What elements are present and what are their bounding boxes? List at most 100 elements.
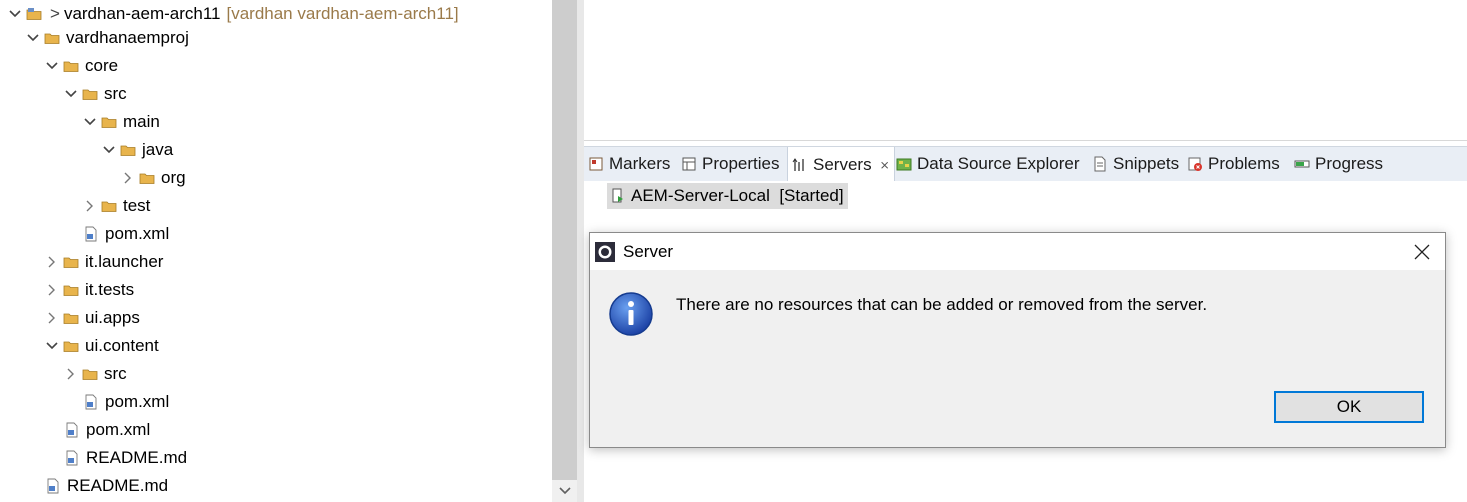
- chevron-down-icon[interactable]: [83, 108, 97, 136]
- chevron-right-icon[interactable]: [45, 276, 59, 304]
- chevron-down-icon: [558, 487, 571, 495]
- tree-row-folder[interactable]: it.launcher: [45, 248, 163, 276]
- project-explorer: > vardhan-aem-arch11 [vardhan vardhan-ae…: [0, 0, 552, 502]
- tree-label: it.tests: [85, 280, 135, 299]
- xml-file-icon: [83, 394, 99, 410]
- tree-label: it.launcher: [85, 252, 164, 271]
- tree-label: main: [123, 112, 160, 131]
- tree-row-folder[interactable]: java: [102, 136, 173, 164]
- tab-servers[interactable]: Servers ⨯: [787, 147, 895, 182]
- tree-row-folder[interactable]: src: [64, 360, 127, 388]
- info-icon: [608, 291, 654, 337]
- chevron-right-icon[interactable]: [45, 304, 59, 332]
- tree-row-folder[interactable]: test: [83, 192, 150, 220]
- tree-row-file[interactable]: pom.xml: [83, 388, 169, 416]
- tree-label: ui.apps: [85, 308, 140, 327]
- tab-label: Data Source Explorer: [917, 154, 1080, 173]
- data-source-icon: [896, 156, 912, 172]
- tree-label: pom.xml: [105, 224, 170, 243]
- tab-label: Properties: [702, 154, 780, 173]
- dialog-title: Server: [623, 241, 674, 261]
- tab-data-source-explorer[interactable]: Data Source Explorer: [896, 147, 1080, 181]
- folder-icon: [63, 254, 79, 270]
- tab-label: Markers: [609, 154, 671, 173]
- server-entry-label: AEM-Server-Local [Started]: [631, 186, 844, 205]
- server-started-icon: [611, 188, 625, 204]
- tree-label: core: [85, 56, 119, 75]
- server-dialog: Server There are no resources that can b…: [589, 232, 1446, 448]
- chevron-down-icon[interactable]: [102, 136, 116, 164]
- tab-label: Servers: [813, 154, 872, 174]
- tree-row-folder[interactable]: main: [83, 108, 160, 136]
- snippets-icon: [1092, 156, 1108, 172]
- close-icon[interactable]: ⨯: [880, 158, 890, 172]
- chevron-down-icon[interactable]: [64, 80, 78, 108]
- tree-label: pom.xml: [105, 392, 170, 411]
- tab-label: Progress: [1315, 154, 1384, 173]
- tree-row-folder[interactable]: ui.content: [45, 332, 159, 360]
- folder-icon: [63, 310, 79, 326]
- xml-file-icon: [64, 422, 80, 438]
- tree-row-folder[interactable]: vardhanaemproj: [26, 24, 189, 52]
- problems-icon: [1187, 156, 1203, 172]
- scrollbar-thumb[interactable]: [552, 0, 577, 480]
- editor-area: [584, 0, 1467, 141]
- dialog-title-bar[interactable]: Server: [590, 233, 1445, 270]
- folder-icon: [139, 170, 155, 186]
- properties-icon: [681, 156, 697, 172]
- project-folder-icon: [26, 6, 42, 22]
- markdown-file-icon: [64, 450, 80, 466]
- tree-label: README.md: [86, 448, 188, 467]
- folder-icon: [101, 198, 117, 214]
- folder-icon: [63, 58, 79, 74]
- chevron-down-icon[interactable]: [8, 0, 22, 28]
- views-tab-bar: Markers Properties Servers ⨯ Data Source…: [584, 146, 1467, 182]
- folder-icon: [63, 338, 79, 354]
- tree-label: test: [123, 196, 151, 215]
- tree-label: pom.xml: [86, 420, 151, 439]
- tab-properties[interactable]: Properties: [681, 147, 779, 181]
- chevron-right-icon[interactable]: [64, 360, 78, 388]
- tree-label: README.md: [67, 476, 169, 495]
- markdown-file-icon: [45, 478, 61, 494]
- tree-row-file[interactable]: README.md: [64, 444, 187, 472]
- tab-label: Snippets: [1113, 154, 1180, 173]
- ok-button[interactable]: OK: [1274, 391, 1424, 423]
- tree-row-folder[interactable]: org: [121, 164, 186, 192]
- tree-label: org: [161, 168, 186, 187]
- tree-row-file[interactable]: README.md: [45, 472, 168, 500]
- scroll-down-button[interactable]: [552, 480, 577, 502]
- folder-icon: [44, 30, 60, 46]
- tree-row-folder[interactable]: src: [64, 80, 127, 108]
- tree-row-file[interactable]: pom.xml: [64, 416, 150, 444]
- tab-snippets[interactable]: Snippets: [1092, 147, 1179, 181]
- chevron-down-icon[interactable]: [45, 332, 59, 360]
- tree-row-folder[interactable]: ui.apps: [45, 304, 140, 332]
- tree-label: ui.content: [85, 336, 159, 355]
- tree-label: src: [104, 84, 127, 103]
- tree-label: vardhanaemproj: [66, 28, 189, 47]
- tab-progress[interactable]: Progress: [1294, 147, 1383, 181]
- explorer-scrollbar[interactable]: [552, 0, 577, 502]
- chevron-right-icon[interactable]: [121, 164, 135, 192]
- chevron-down-icon[interactable]: [26, 24, 40, 52]
- dialog-message: There are no resources that can be added…: [676, 295, 1208, 314]
- dialog-close-button[interactable]: [1399, 233, 1445, 270]
- tree-row-file[interactable]: pom.xml: [83, 220, 169, 248]
- folder-icon: [120, 142, 136, 158]
- tab-problems[interactable]: Problems: [1187, 147, 1280, 181]
- xml-file-icon: [83, 226, 99, 242]
- tree-row-folder[interactable]: it.tests: [45, 276, 134, 304]
- tab-label: Problems: [1208, 154, 1280, 173]
- folder-icon: [82, 86, 98, 102]
- progress-icon: [1294, 156, 1310, 172]
- tab-markers[interactable]: Markers: [588, 147, 670, 181]
- chevron-right-icon[interactable]: [45, 248, 59, 276]
- folder-icon: [82, 366, 98, 382]
- tree-row-folder[interactable]: core: [45, 52, 118, 80]
- chevron-right-icon[interactable]: [83, 192, 97, 220]
- server-entry[interactable]: AEM-Server-Local [Started]: [607, 183, 848, 209]
- chevron-down-icon[interactable]: [45, 52, 59, 80]
- panel-splitter[interactable]: [577, 0, 584, 502]
- eclipse-app-icon: [594, 241, 616, 263]
